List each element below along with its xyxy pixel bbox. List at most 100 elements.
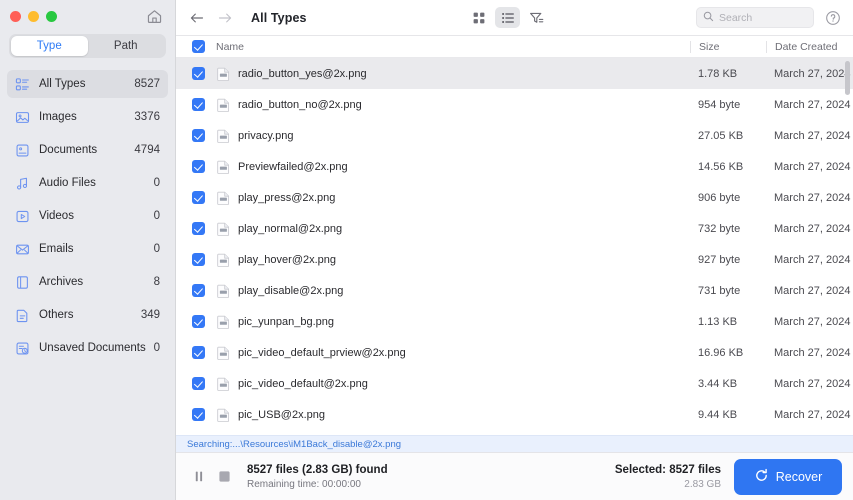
file-icon [216, 376, 230, 391]
row-checkbox[interactable] [192, 346, 205, 359]
tab-path[interactable]: Path [88, 36, 165, 56]
sidebar-item-archives[interactable]: Archives 8 [7, 268, 168, 296]
row-checkbox[interactable] [192, 129, 205, 142]
recover-button[interactable]: Recover [734, 458, 842, 495]
filter-icon[interactable] [524, 7, 549, 28]
sidebar-item-others[interactable]: Others 349 [7, 301, 168, 329]
sidebar-item-label: Emails [39, 243, 74, 255]
search-icon [703, 9, 714, 27]
video-icon [14, 208, 30, 224]
sidebar-item-count: 3376 [134, 111, 160, 123]
vertical-scrollbar[interactable] [845, 61, 850, 95]
file-size-cell: 732 byte [698, 222, 741, 235]
file-date-created-cell: March 27, 2024 at 1... [774, 222, 853, 235]
file-name-label: pic_USB@2x.png [238, 408, 325, 421]
sidebar-item-images[interactable]: Images 3376 [7, 103, 168, 131]
table-row[interactable]: play_disable@2x.png 731 byte March 27, 202… [176, 275, 853, 306]
file-date-created-cell: March 27, 2024 at 1... [774, 315, 853, 328]
table-row[interactable]: radio_button_no@2x.png 954 byte March 27, … [176, 89, 853, 120]
table-row[interactable]: pic_video_default_prview@2x.png 16.96 KB M… [176, 337, 853, 368]
sidebar-item-all-types[interactable]: All Types 8527 [7, 70, 168, 98]
table-row[interactable]: play_hover@2x.png 927 byte March 27, 2024 … [176, 244, 853, 275]
row-checkbox[interactable] [192, 284, 205, 297]
table-row[interactable]: pic_yunpan_bg.png 1.13 KB March 27, 2024 a… [176, 306, 853, 337]
file-icon [216, 97, 230, 112]
table-row[interactable]: play_normal@2x.png 732 byte March 27, 2024… [176, 213, 853, 244]
file-name-label: privacy.png [238, 129, 294, 142]
unsaved-documents-icon [14, 340, 30, 356]
pause-icon[interactable] [192, 470, 206, 484]
sidebar-item-count: 0 [153, 342, 160, 354]
file-date-created-cell: March 27, 2024 at 1... [774, 346, 853, 359]
sidebar-item-videos[interactable]: Videos 0 [7, 202, 168, 230]
file-name-cell: play_normal@2x.png [176, 221, 690, 236]
row-checkbox[interactable] [192, 408, 205, 421]
sidebar: Type Path All Types 8527 Images 3376 Doc… [0, 0, 176, 500]
file-name-cell: play_press@2x.png [176, 190, 690, 205]
maximize-window-button[interactable] [46, 10, 57, 22]
file-name-cell: radio_button_no@2x.png [176, 97, 690, 112]
table-row[interactable]: Previewfailed@2x.png 14.56 KB March 27, 20… [176, 151, 853, 182]
table-row[interactable]: play_press@2x.png 906 byte March 27, 2024 … [176, 182, 853, 213]
sidebar-tabs: Type Path [0, 32, 175, 58]
file-date-created-cell: March 27, 2024 at 1... [774, 129, 853, 142]
tab-type[interactable]: Type [11, 36, 88, 56]
list-view-icon[interactable] [495, 7, 520, 28]
grid-view-icon[interactable] [466, 7, 491, 28]
archive-icon [14, 274, 30, 290]
file-size-cell: 14.56 KB [698, 160, 744, 173]
home-icon[interactable] [145, 7, 163, 25]
sidebar-item-audio-files[interactable]: Audio Files 0 [7, 169, 168, 197]
row-checkbox[interactable] [192, 67, 205, 80]
table-row[interactable]: radio_button_yes@2x.png 1.78 KB March 27, … [176, 58, 853, 89]
file-name-label: radio_button_no@2x.png [238, 98, 362, 111]
column-header: Name Size Date Created Date Modified [176, 35, 853, 58]
minimize-window-button[interactable] [28, 10, 39, 22]
sidebar-item-label: All Types [39, 78, 86, 90]
row-checkbox[interactable] [192, 98, 205, 111]
search-box[interactable] [696, 7, 814, 28]
table-row[interactable]: pic_USB@2x.png 9.44 KB March 27, 2024 at 1… [176, 399, 853, 430]
view-toggles [466, 7, 549, 28]
file-date-created-cell: March 27, 2024 at 1... [774, 377, 853, 390]
sidebar-item-count: 8 [153, 276, 160, 288]
row-checkbox[interactable] [192, 222, 205, 235]
close-window-button[interactable] [10, 10, 21, 22]
row-checkbox[interactable] [192, 315, 205, 328]
selection-info: Selected: 8527 files 2.83 GB [615, 464, 721, 490]
column-size[interactable]: Size [690, 40, 766, 53]
row-checkbox[interactable] [192, 191, 205, 204]
sidebar-item-unsaved-documents[interactable]: Unsaved Documents 0 [7, 334, 168, 362]
traffic-lights [10, 10, 57, 22]
select-all-checkbox[interactable] [192, 40, 205, 53]
sidebar-item-documents[interactable]: Documents 4794 [7, 136, 168, 164]
arrow-right-icon[interactable] [218, 11, 232, 25]
file-name-cell: pic_video_default@2x.png [176, 376, 690, 391]
file-name-cell: pic_video_default_prview@2x.png [176, 345, 690, 360]
file-list[interactable]: radio_button_yes@2x.png 1.78 KB March 27, … [176, 58, 853, 435]
table-row[interactable]: pic_video_default@2x.png 3.44 KB March 27,… [176, 368, 853, 399]
file-size-cell: 16.96 KB [698, 346, 744, 359]
scan-progress-info: 8527 files (2.83 GB) found Remaining tim… [247, 464, 388, 490]
row-checkbox[interactable] [192, 160, 205, 173]
column-date-created[interactable]: Date Created [766, 40, 853, 53]
remaining-time-text: Remaining time: 00:00:00 [247, 478, 361, 490]
file-icon [216, 190, 230, 205]
row-checkbox[interactable] [192, 377, 205, 390]
file-date-created-cell: March 27, 2024 at 1... [774, 253, 853, 266]
file-icon [216, 314, 230, 329]
stop-icon[interactable] [217, 470, 231, 484]
help-icon[interactable] [824, 9, 841, 26]
sidebar-item-label: Audio Files [39, 177, 96, 189]
arrow-left-icon[interactable] [190, 11, 204, 25]
file-icon [216, 252, 230, 267]
column-name[interactable]: Name [176, 40, 690, 53]
file-size-cell: 9.44 KB [698, 408, 738, 421]
sidebar-item-emails[interactable]: Emails 0 [7, 235, 168, 263]
table-row[interactable]: privacy.png 27.05 KB March 27, 2024 at 1..… [176, 120, 853, 151]
file-icon [216, 283, 230, 298]
sidebar-item-count: 0 [153, 210, 160, 222]
search-input[interactable] [719, 11, 807, 24]
file-name-label: Previewfailed@2x.png [238, 160, 348, 173]
row-checkbox[interactable] [192, 253, 205, 266]
